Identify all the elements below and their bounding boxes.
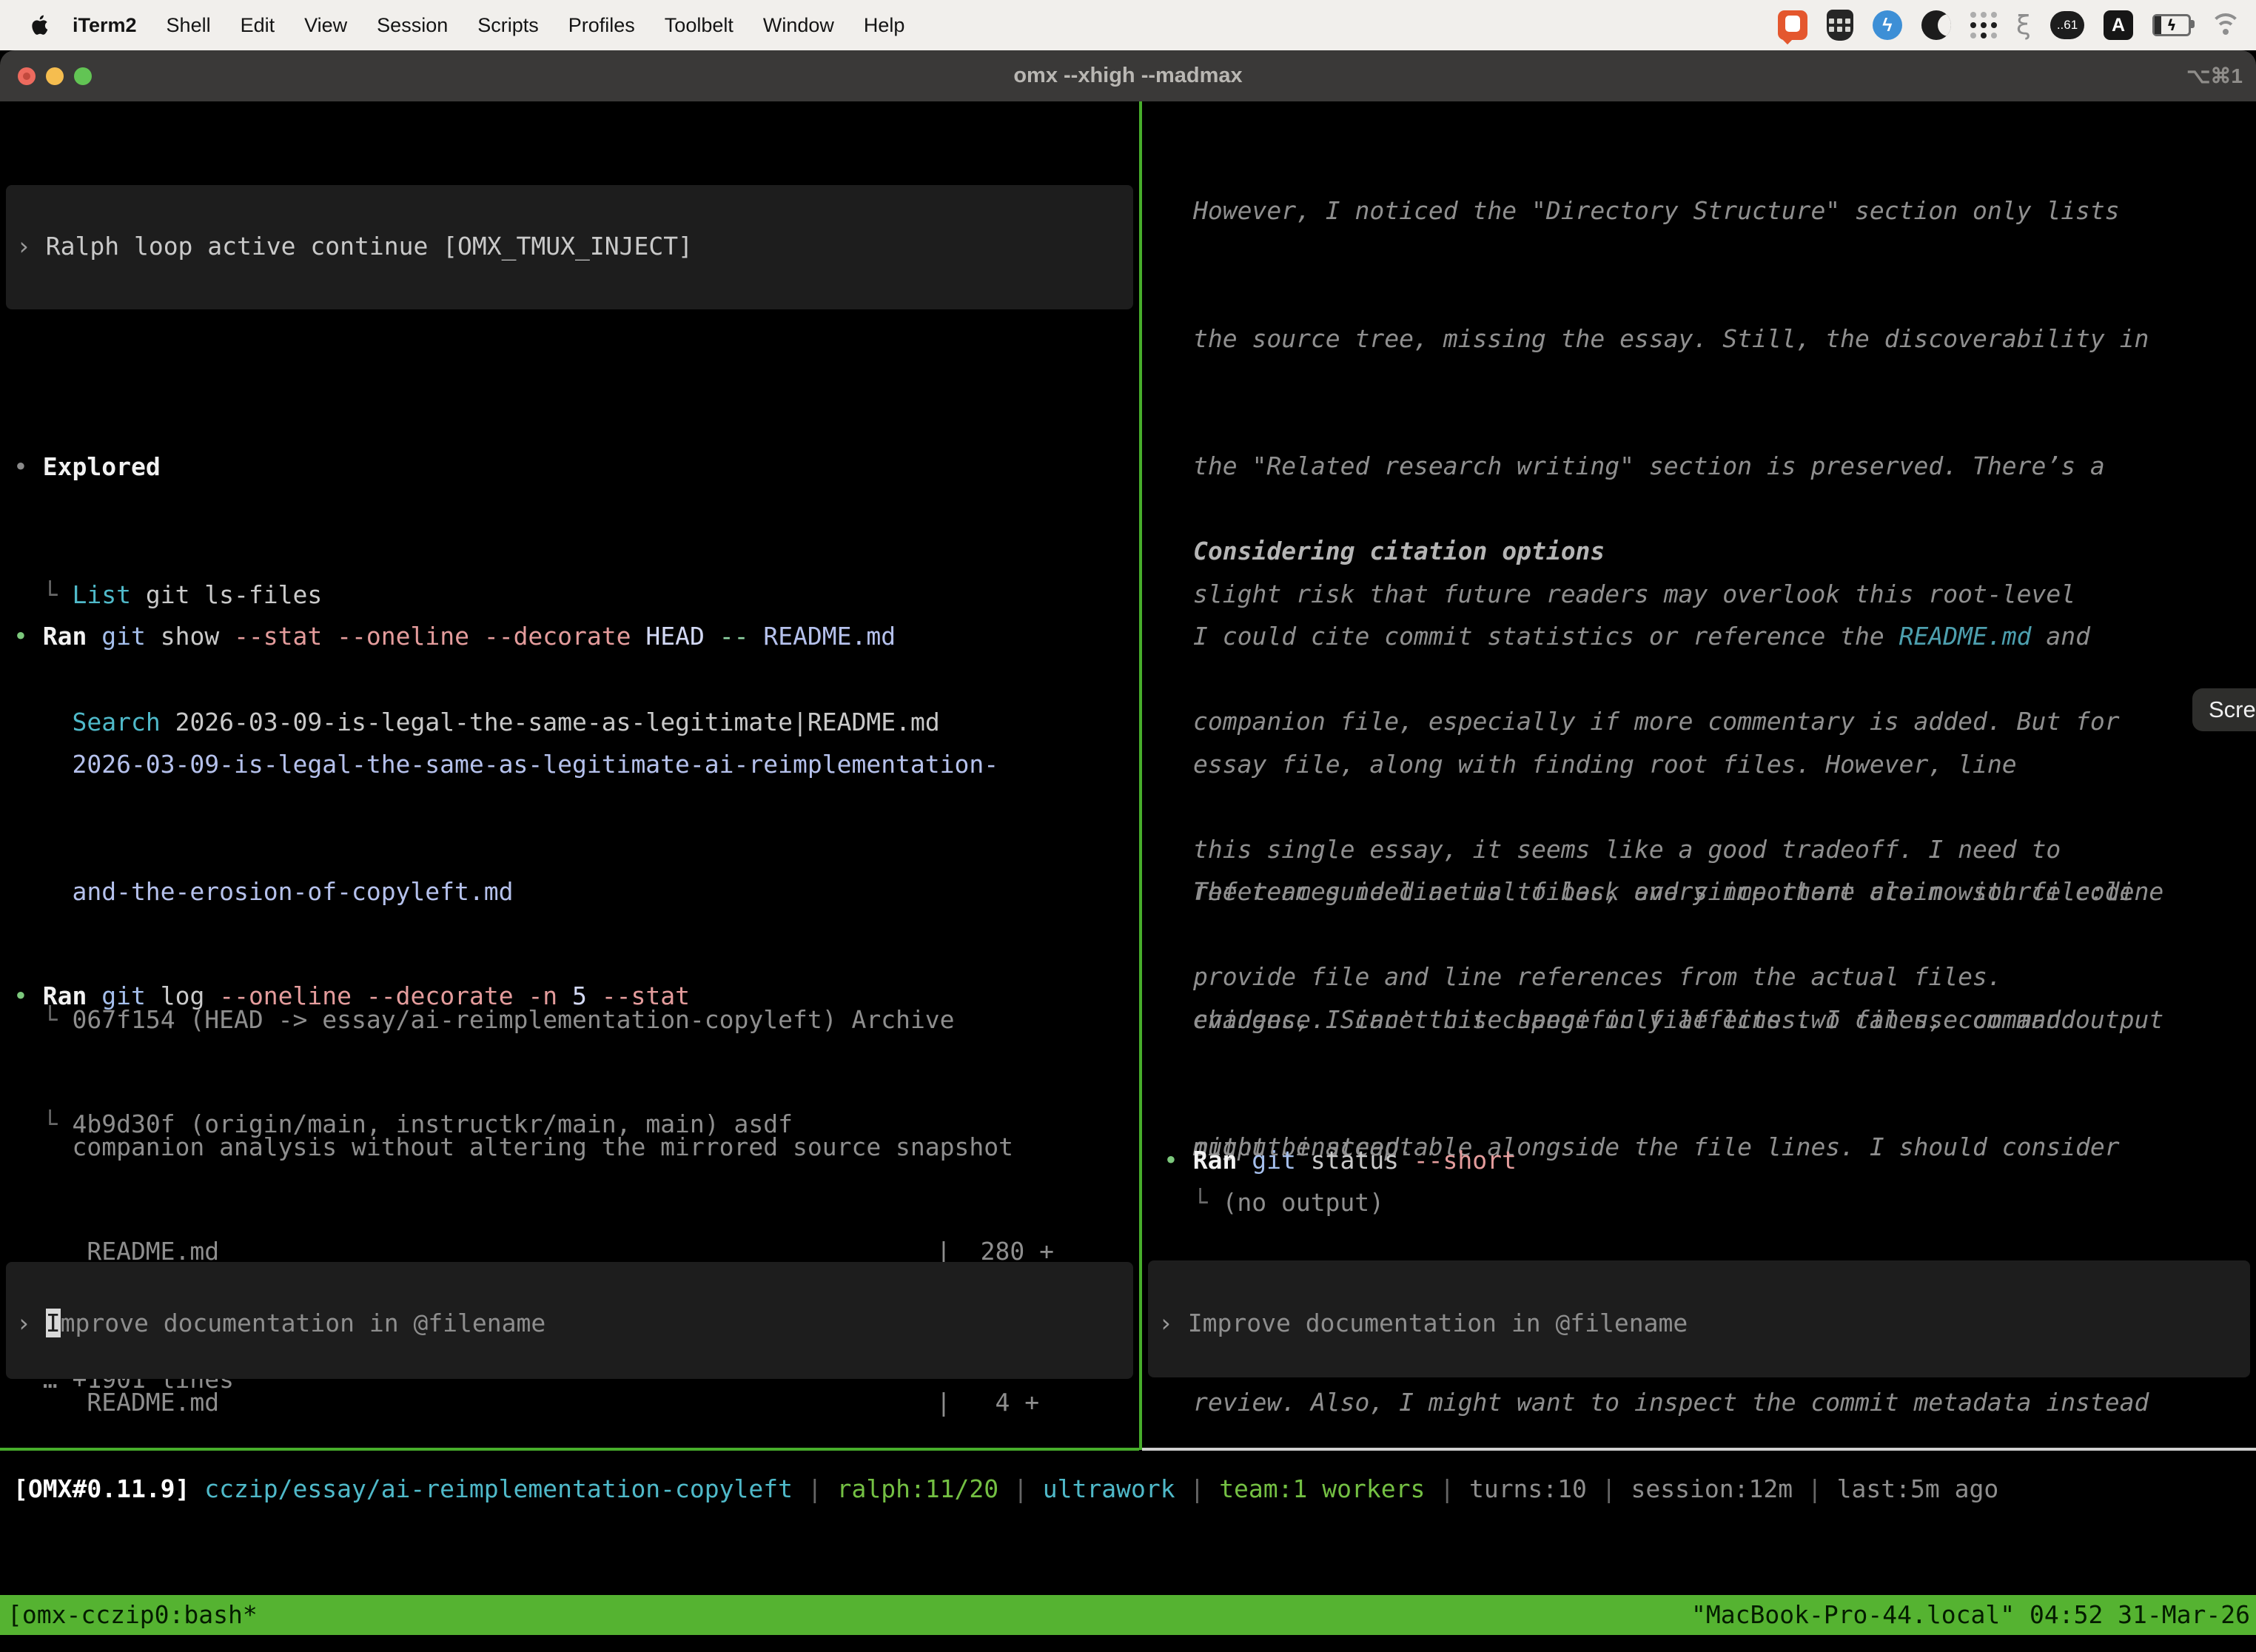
menu-item-toolbelt[interactable]: Toolbelt [650, 14, 748, 37]
menu-item-window[interactable]: Window [748, 14, 849, 37]
left-pane-border [0, 1448, 1139, 1451]
prompt-input-right[interactable]: › Improve documentation in @filename [1148, 1260, 2250, 1377]
shield-grid-icon[interactable] [1827, 10, 1853, 41]
macos-menu-bar: iTerm2 Shell Edit View Session Scripts P… [0, 0, 2256, 50]
menu-item-scripts[interactable]: Scripts [463, 14, 554, 37]
window-title-bar: omx --xhigh --madmax ⌥⌘1 [0, 50, 2256, 101]
paragraph-line: the source tree, missing the essay. Stil… [1193, 318, 2149, 360]
menu-item-iterm2[interactable]: iTerm2 [62, 14, 152, 37]
window-title: omx --xhigh --madmax [0, 50, 2256, 101]
paragraph-line: essay file, along with finding root file… [1193, 743, 2135, 786]
terminal-content: └ No agents completed yet › Ralph loop a… [0, 101, 2256, 1652]
output-line: └ 4b9d30f (origin/main, instructkr/main,… [13, 1103, 793, 1146]
explored-title-line: • Explored [13, 446, 940, 488]
wifi-icon[interactable] [2210, 13, 2241, 37]
battery-icon[interactable]: ϟ [2152, 14, 2191, 36]
paragraph-line: evidence. Since this change only affects… [1193, 998, 2163, 1041]
menu-bar-status-icons: ϟ ξ ..61 A ϟ [1778, 10, 2256, 41]
command-line: • Ran git log --oneline --decorate -n 5 … [13, 975, 793, 1018]
command-line: • Ran git show --stat --oneline --decora… [13, 615, 1013, 658]
prompt-text-line: › Improve documentation in @filename [16, 1302, 545, 1345]
menu-item-edit[interactable]: Edit [226, 14, 290, 37]
paragraph-line: I could cite commit statistics or refere… [1193, 615, 2135, 658]
a-key-icon[interactable]: A [2104, 10, 2133, 40]
output-line: 2026-03-09-is-legal-the-same-as-legitima… [13, 743, 1013, 786]
close-button[interactable] [18, 67, 36, 85]
blue-bolt-icon[interactable]: ϟ [1873, 10, 1902, 40]
injected-prompt-box[interactable]: › Ralph loop active continue [OMX_TMUX_I… [6, 185, 1133, 309]
tmux-pane-left[interactable]: └ No agents completed yet › Ralph loop a… [0, 101, 1139, 1450]
apple-menu-icon[interactable] [31, 14, 50, 36]
window-shortcut-badge: ⌥⌘1 [2186, 50, 2243, 101]
badge-61-icon[interactable]: ..61 [2050, 11, 2084, 39]
paragraph-line: The team guideline is to back every impo… [1193, 870, 2163, 913]
tmux-pane-right[interactable]: However, I noticed the "Directory Struct… [1142, 101, 2256, 1450]
injected-prompt-line: › Ralph loop active continue [OMX_TMUX_I… [16, 225, 693, 268]
menu-item-session[interactable]: Session [362, 14, 463, 37]
omx-status-line: [OMX#0.11.9] cczip/essay/ai-reimplementa… [13, 1468, 1998, 1511]
minimize-button[interactable] [46, 67, 64, 85]
dark-crescent-icon[interactable] [1921, 10, 1951, 40]
zoom-button[interactable] [74, 67, 92, 85]
tmux-host-clock: "MacBook-Pro-44.local" 04:52 31-Mar-26 [1691, 1594, 2256, 1636]
tmux-session-label: [omx-cczip0:bash* [0, 1594, 258, 1636]
prompt-input-left[interactable]: › Improve documentation in @filename [6, 1262, 1133, 1379]
dots-grid-icon[interactable] [1970, 12, 1997, 38]
menu-item-help[interactable]: Help [849, 14, 920, 37]
prompt-text-line: › Improve documentation in @filename [1158, 1302, 1688, 1345]
squiggle-icon[interactable]: ξ [2016, 10, 2031, 41]
screen-recording-icon[interactable] [1778, 10, 1807, 40]
paragraph-line: However, I noticed the "Directory Struct… [1193, 189, 2149, 232]
menu-item-shell[interactable]: Shell [152, 14, 226, 37]
tmux-status-bar: [omx-cczip0:bash* "MacBook-Pro-44.local"… [0, 1595, 2256, 1635]
screen-sharing-overlay[interactable]: Scre [2192, 688, 2256, 731]
menu-item-profiles[interactable]: Profiles [554, 14, 650, 37]
apple-logo-icon [31, 14, 50, 36]
menu-item-view[interactable]: View [289, 14, 362, 37]
